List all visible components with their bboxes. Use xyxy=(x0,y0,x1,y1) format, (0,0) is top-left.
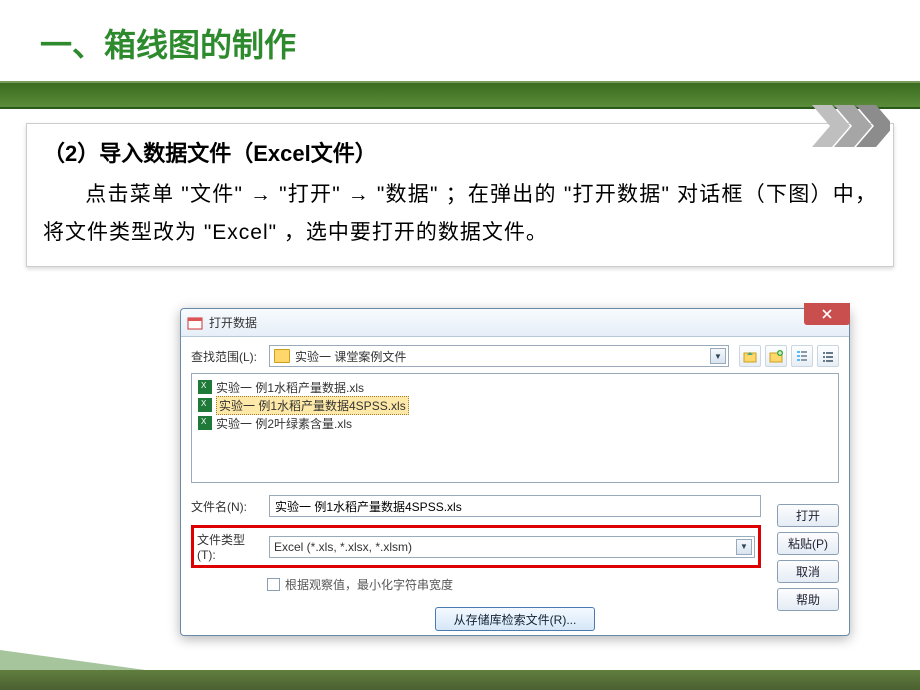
dialog-inputs: 文件名(N): 文件类型(T): Excel (*.xls, *.xlsx, *… xyxy=(191,495,839,631)
dialog-buttons: 打开 粘贴(P) 取消 帮助 xyxy=(777,504,839,611)
slide-title-area: 一、箱线图的制作 xyxy=(0,0,920,81)
filetype-value: Excel (*.xls, *.xlsx, *.xlsm) xyxy=(274,540,412,554)
close-button[interactable] xyxy=(804,303,850,325)
chevron-down-icon[interactable]: ▼ xyxy=(736,539,752,555)
chevron-down-icon[interactable]: ▼ xyxy=(710,348,726,364)
slide-title: 一、箱线图的制作 xyxy=(40,27,296,63)
help-button[interactable]: 帮助 xyxy=(777,588,839,611)
cancel-button[interactable]: 取消 xyxy=(777,560,839,583)
file-list[interactable]: 实验一 例1水稻产量数据.xls 实验一 例1水稻产量数据4SPSS.xls 实… xyxy=(191,373,839,483)
chevron-decoration xyxy=(812,105,890,152)
excel-icon xyxy=(198,416,212,430)
dialog-title: 打开数据 xyxy=(209,314,257,331)
file-item-selected[interactable]: 实验一 例1水稻产量数据4SPSS.xls xyxy=(196,396,834,414)
minimize-checkbox[interactable] xyxy=(267,578,280,591)
content-paragraph: 点击菜单 "文件" → "打开" → "数据" ；在弹出的 "打开数据" 对话框… xyxy=(43,176,877,252)
lookin-value: 实验一 课堂案例文件 xyxy=(295,348,406,365)
lookin-dropdown[interactable]: 实验一 课堂案例文件 ▼ xyxy=(269,345,729,367)
file-item[interactable]: 实验一 例1水稻产量数据.xls xyxy=(196,378,834,396)
filetype-row: 文件类型(T): Excel (*.xls, *.xlsx, *.xlsm) ▼ xyxy=(191,525,761,568)
view-details-button[interactable] xyxy=(791,345,813,367)
paste-button[interactable]: 粘贴(P) xyxy=(777,532,839,555)
dialog-titlebar[interactable]: 打开数据 xyxy=(181,309,849,337)
filetype-label: 文件类型(T): xyxy=(197,531,263,562)
filename-input[interactable] xyxy=(269,495,761,517)
dialog-body: 查找范围(L): 实验一 课堂案例文件 ▼ 实验一 例1水稻产量数据.xls xyxy=(181,337,849,639)
excel-icon xyxy=(198,380,212,394)
repository-button[interactable]: 从存储库检索文件(R)... xyxy=(435,607,595,631)
open-button[interactable]: 打开 xyxy=(777,504,839,527)
excel-icon xyxy=(198,398,212,412)
lookin-row: 查找范围(L): 实验一 课堂案例文件 ▼ xyxy=(191,345,839,367)
open-data-dialog: 打开数据 查找范围(L): 实验一 课堂案例文件 ▼ xyxy=(180,308,850,636)
filetype-dropdown[interactable]: Excel (*.xls, *.xlsx, *.xlsm) ▼ xyxy=(269,536,755,558)
minimize-label: 根据观察值，最小化字符串宽度 xyxy=(285,576,453,593)
new-folder-button[interactable] xyxy=(765,345,787,367)
content-panel: （2）导入数据文件（Excel文件） 点击菜单 "文件" → "打开" → "数… xyxy=(26,123,894,267)
dialog-toolbar xyxy=(739,345,839,367)
content-heading: （2）导入数据文件（Excel文件） xyxy=(43,136,877,168)
decorative-band xyxy=(0,81,920,109)
close-icon xyxy=(822,309,832,319)
file-item[interactable]: 实验一 例2叶绿素含量.xls xyxy=(196,414,834,432)
view-list-button[interactable] xyxy=(817,345,839,367)
filename-row: 文件名(N): xyxy=(191,495,839,517)
lookin-label: 查找范围(L): xyxy=(191,348,263,365)
dialog-icon xyxy=(187,315,203,331)
up-folder-button[interactable] xyxy=(739,345,761,367)
footer-decoration xyxy=(0,644,920,690)
minimize-check-row: 根据观察值，最小化字符串宽度 xyxy=(267,576,839,593)
filename-label: 文件名(N): xyxy=(191,498,263,515)
filetype-highlight: 文件类型(T): Excel (*.xls, *.xlsx, *.xlsm) ▼ xyxy=(191,525,761,568)
folder-icon xyxy=(274,349,290,363)
